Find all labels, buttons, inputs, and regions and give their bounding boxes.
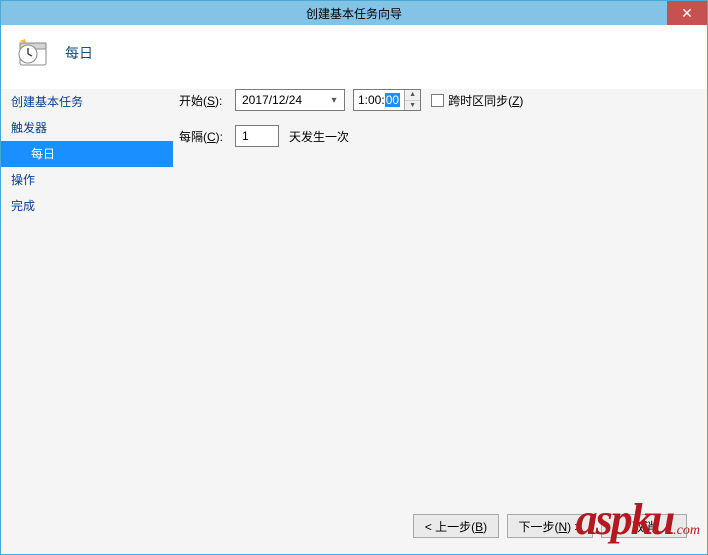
back-button[interactable]: < 上一步(B) [413,514,499,538]
time-spinner[interactable]: 1:00:00 ▲ ▼ [353,89,421,111]
close-icon: ✕ [681,5,693,22]
sync-timezone-checkbox[interactable]: 跨时区同步(Z) [431,92,523,109]
header-section: 每日 [1,25,707,89]
interval-row: 每隔(C): 天发生一次 [179,125,687,147]
interval-label: 每隔(C): [179,128,235,145]
spinner-buttons: ▲ ▼ [404,90,420,110]
sidebar-item-daily[interactable]: 每日 [1,141,173,167]
close-button[interactable]: ✕ [667,1,707,25]
page-title: 每日 [65,43,93,63]
clock-calendar-icon [17,37,49,69]
cancel-button[interactable]: 取消 [601,514,687,538]
footer-buttons: < 上一步(B) 下一步(N) > 取消 [1,502,707,554]
titlebar: 创建基本任务向导 ✕ [1,1,707,25]
sidebar-item-create-task[interactable]: 创建基本任务 [1,89,173,115]
sidebar-item-action[interactable]: 操作 [1,167,173,193]
wizard-window: 创建基本任务向导 ✕ 每日 创建基本任务 触发器 每 [0,0,708,555]
body-section: 创建基本任务 触发器 每日 操作 完成 开始(S): 2017/12/24 ▾ … [1,89,707,502]
date-value: 2017/12/24 [242,93,326,107]
spinner-down-button[interactable]: ▼ [405,101,420,111]
time-value: 1:00:00 [354,90,404,110]
window-title: 创建基本任务向导 [306,5,402,22]
wizard-steps-sidebar: 创建基本任务 触发器 每日 操作 完成 [1,89,173,502]
chevron-down-icon: ▾ [326,95,342,106]
main-panel: 开始(S): 2017/12/24 ▾ 1:00:00 ▲ ▼ [173,89,707,502]
next-button[interactable]: 下一步(N) > [507,514,593,538]
interval-input[interactable] [235,125,279,147]
start-label: 开始(S): [179,92,235,109]
sync-label: 跨时区同步(Z) [448,92,523,109]
date-picker[interactable]: 2017/12/24 ▾ [235,89,345,111]
content-area: 每日 创建基本任务 触发器 每日 操作 完成 开始(S): 2017/12/24… [1,25,707,554]
interval-suffix: 天发生一次 [289,128,349,145]
spinner-up-button[interactable]: ▲ [405,90,420,101]
checkbox-box [431,94,444,107]
sidebar-item-trigger[interactable]: 触发器 [1,115,173,141]
sidebar-item-finish[interactable]: 完成 [1,193,173,219]
start-time-row: 开始(S): 2017/12/24 ▾ 1:00:00 ▲ ▼ [179,89,687,111]
